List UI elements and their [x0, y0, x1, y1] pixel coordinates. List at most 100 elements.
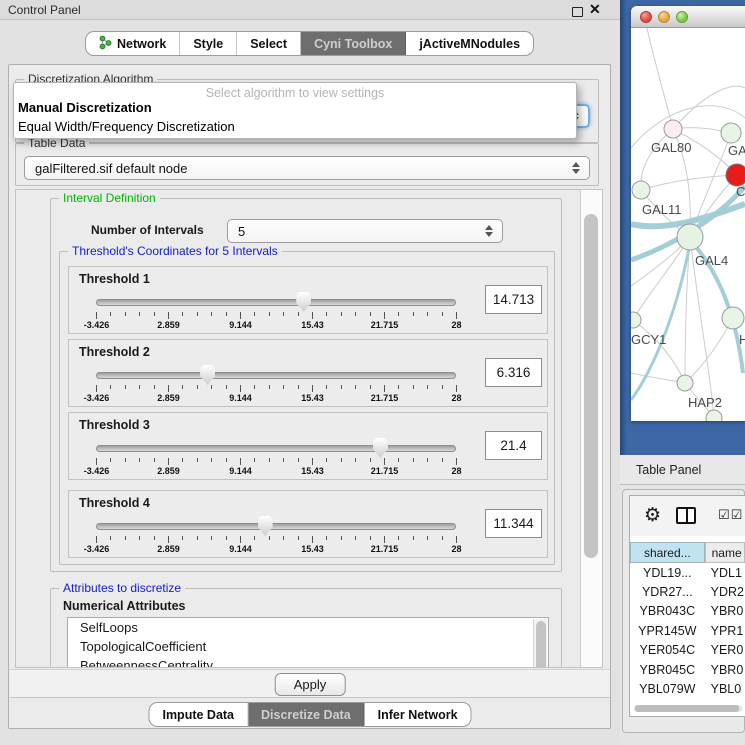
- bottom-tab-impute-data[interactable]: Impute Data: [149, 703, 248, 726]
- tab-style[interactable]: Style: [180, 32, 237, 55]
- attribute-item[interactable]: BetweennessCentrality: [68, 656, 548, 668]
- tab-label: Cyni Toolbox: [314, 37, 392, 51]
- panel-title: Control Panel: [8, 3, 81, 17]
- slider-tick: [96, 536, 97, 543]
- network-edge[interactable]: [673, 86, 745, 129]
- mac-zoom-icon[interactable]: [676, 11, 688, 23]
- table-row[interactable]: YDL19...YDL1: [630, 563, 745, 582]
- network-window-titlebar[interactable]: [631, 6, 745, 28]
- threshold-value-field[interactable]: 6.316: [485, 358, 542, 387]
- threshold-value-field[interactable]: 21.4: [485, 431, 542, 460]
- bottom-tab-discretize-data[interactable]: Discretize Data: [248, 703, 365, 726]
- slider-tick: [211, 536, 212, 540]
- vertical-scrollbar[interactable]: [580, 190, 602, 667]
- threshold-panel: Threshold 4-3.4262.8599.14415.4321.71528…: [68, 490, 548, 558]
- slider-tick: [240, 385, 241, 392]
- split-columns-icon[interactable]: [676, 507, 696, 524]
- network-node-gal80[interactable]: [664, 120, 682, 138]
- slider-thumb[interactable]: [258, 516, 273, 536]
- slider-tick: [139, 312, 140, 316]
- slider-tick: [240, 458, 241, 465]
- table-panel-header: Table Panel: [620, 455, 745, 485]
- mac-minimize-icon[interactable]: [658, 11, 670, 23]
- column-header-name[interactable]: name: [705, 542, 745, 563]
- slider-tick: [326, 312, 327, 316]
- network-node-gal11[interactable]: [632, 181, 650, 199]
- table-data-value: galFiltered.sif default node: [35, 161, 187, 176]
- tab-network[interactable]: Network: [86, 32, 180, 55]
- horizontal-scrollbar[interactable]: [634, 705, 742, 712]
- network-edge[interactable]: [647, 28, 673, 129]
- attributes-scrollbar[interactable]: [533, 619, 547, 668]
- slider-tick: [442, 536, 443, 540]
- network-edge[interactable]: [641, 129, 673, 190]
- network-edge[interactable]: [631, 418, 714, 421]
- mac-close-icon[interactable]: [640, 11, 652, 23]
- table-data-group: Table Data galFiltered.sif default node: [15, 143, 599, 186]
- table-row[interactable]: YDR27...YDR2: [630, 582, 745, 601]
- scrollbar-thumb[interactable]: [584, 214, 598, 558]
- table-row[interactable]: YBR045CYBR0: [630, 660, 745, 679]
- close-icon[interactable]: ✕: [589, 1, 601, 18]
- threshold-value-field[interactable]: 11.344: [485, 509, 542, 538]
- slider-tick: [413, 536, 414, 540]
- table-row[interactable]: YBR043CYBR0: [630, 602, 745, 621]
- float-icon[interactable]: [572, 7, 583, 17]
- tab-select[interactable]: Select: [237, 32, 301, 55]
- slider-tick: [168, 536, 169, 543]
- scrollbar-thumb[interactable]: [635, 705, 739, 712]
- slider-thumb[interactable]: [200, 365, 215, 385]
- slider-tick: [355, 458, 356, 462]
- scrollbar-thumb[interactable]: [536, 621, 546, 668]
- slider-tick: [456, 458, 457, 465]
- table-data-combo[interactable]: galFiltered.sif default node: [24, 156, 590, 180]
- column-header-shared-name[interactable]: shared...: [630, 542, 705, 563]
- network-node-hap2[interactable]: [677, 375, 693, 391]
- popup-option[interactable]: Equal Width/Frequency Discretization: [18, 119, 235, 134]
- table-row[interactable]: YPR145WYPR1: [630, 621, 745, 640]
- network-node-gal4[interactable]: [677, 224, 703, 250]
- slider-thumb[interactable]: [373, 438, 388, 458]
- network-node-ga[interactable]: [721, 123, 741, 143]
- tab-cyni-toolbox[interactable]: Cyni Toolbox: [301, 32, 406, 55]
- slider-tick: [254, 312, 255, 316]
- slider-track[interactable]: [96, 299, 456, 306]
- tick-label: 15.43: [301, 320, 324, 330]
- slider-tick: [398, 312, 399, 316]
- tick-label: 2.859: [157, 320, 180, 330]
- num-intervals-combo[interactable]: 5: [227, 219, 503, 243]
- network-node-h[interactable]: [722, 307, 744, 329]
- checkbox-icons[interactable]: ☑☑: [718, 508, 743, 523]
- settings-gear-icon[interactable]: ⚙: [644, 504, 661, 526]
- attribute-item[interactable]: SelfLoops: [68, 618, 548, 637]
- slider-tick: [427, 385, 428, 389]
- node-label: GAL4: [695, 253, 728, 268]
- slider-track[interactable]: [96, 445, 456, 452]
- slider-track[interactable]: [96, 523, 456, 530]
- table-row[interactable]: YLR345WYLR3: [630, 699, 745, 702]
- threshold-value-field[interactable]: 14.713: [485, 285, 542, 314]
- network-node[interactable]: [706, 410, 722, 421]
- table-row[interactable]: YBL079WYBL0: [630, 679, 745, 698]
- popup-option[interactable]: Manual Discretization: [18, 100, 152, 115]
- tab-jactivemnodules[interactable]: jActiveMNodules: [406, 32, 533, 55]
- network-view-window[interactable]: GAL80GACGAL11GAL4GCY1HHAP2: [631, 6, 745, 421]
- apply-button[interactable]: Apply: [275, 673, 346, 696]
- network-canvas[interactable]: GAL80GACGAL11GAL4GCY1HHAP2: [631, 28, 745, 421]
- tab-label: Network: [117, 37, 166, 51]
- attribute-item[interactable]: TopologicalCoefficient: [68, 637, 548, 656]
- slider-track[interactable]: [96, 372, 456, 379]
- network-node-c[interactable]: [726, 164, 745, 186]
- bottom-tab-infer-network[interactable]: Infer Network: [365, 703, 471, 726]
- slider-tick: [384, 458, 385, 465]
- tick-label: 21.715: [371, 544, 399, 554]
- attributes-list[interactable]: SelfLoopsTopologicalCoefficientBetweenne…: [67, 617, 549, 668]
- table-body: YDL19...YDL1YDR27...YDR2YBR043CYBR0YPR14…: [630, 563, 745, 702]
- slider-tick: [427, 458, 428, 462]
- slider-thumb[interactable]: [296, 292, 311, 312]
- table-row[interactable]: YER054CYER0: [630, 641, 745, 660]
- node-label: H: [739, 332, 745, 347]
- tab-label: Select: [250, 37, 287, 51]
- slider-tick: [355, 385, 356, 389]
- slider-tick: [139, 458, 140, 462]
